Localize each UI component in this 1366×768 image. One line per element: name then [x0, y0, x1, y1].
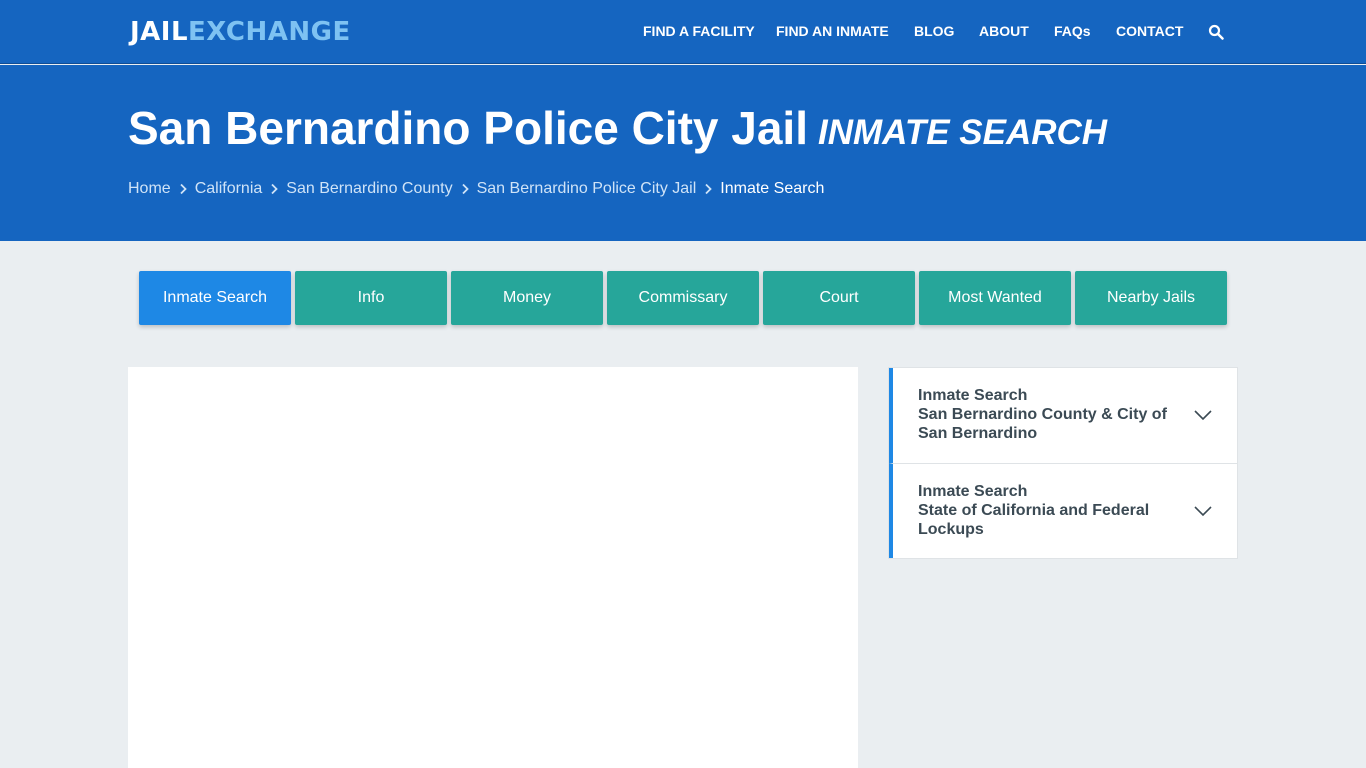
accordion-item-county-search[interactable]: Inmate Search San Bernardino County & Ci… [889, 368, 1237, 464]
tab-court[interactable]: Court [763, 271, 915, 325]
nav-find-inmate[interactable]: FIND AN INMATE [776, 23, 889, 39]
breadcrumb-county[interactable]: San Bernardino County [286, 180, 452, 198]
tab-nearby-jails[interactable]: Nearby Jails [1075, 271, 1227, 325]
accordion-item-title: Inmate Search [918, 483, 1028, 500]
top-navbar: JAILEXCHANGE FIND A FACILITY FIND AN INM… [0, 0, 1366, 64]
nav-about[interactable]: ABOUT [979, 23, 1029, 39]
nav-contact[interactable]: CONTACT [1116, 23, 1183, 39]
logo-exchange-text: EXCHANGE [188, 17, 351, 47]
breadcrumb-state[interactable]: California [195, 180, 263, 198]
search-icon[interactable] [1208, 24, 1224, 40]
logo-jail-text: JAIL [130, 17, 189, 47]
sidebar-accordion: Inmate Search San Bernardino County & Ci… [888, 367, 1238, 559]
nav-blog[interactable]: BLOG [914, 23, 954, 39]
chevron-down-icon[interactable] [1193, 504, 1213, 518]
chevron-right-icon [453, 180, 477, 198]
chevron-right-icon [262, 180, 286, 198]
tab-info[interactable]: Info [295, 271, 447, 325]
chevron-down-icon[interactable] [1193, 408, 1213, 422]
breadcrumb-home[interactable]: Home [128, 180, 171, 198]
accordion-item-subtitle: State of California and Federal Lockups [918, 502, 1150, 538]
chevron-right-icon [171, 180, 195, 198]
accordion-item-subtitle: San Bernardino County & City of San Bern… [918, 406, 1167, 442]
nav-faqs[interactable]: FAQs [1054, 23, 1091, 39]
page-header: San Bernardino Police City Jail INMATE SE… [0, 65, 1366, 241]
breadcrumb-current: Inmate Search [720, 180, 825, 197]
page-title: San Bernardino Police City Jail INMATE SE… [128, 103, 1107, 153]
tab-most-wanted[interactable]: Most Wanted [919, 271, 1071, 325]
facility-name: San Bernardino Police City Jail [128, 102, 808, 154]
accordion-item-state-search[interactable]: Inmate Search State of California and Fe… [889, 464, 1237, 558]
facility-tabs: Inmate Search Info Money Commissary Cour… [139, 271, 1227, 325]
page-subtitle: INMATE SEARCH [817, 113, 1108, 152]
tab-commissary[interactable]: Commissary [607, 271, 759, 325]
tab-inmate-search[interactable]: Inmate Search [139, 271, 291, 325]
main-content [128, 367, 858, 768]
nav-find-facility[interactable]: FIND A FACILITY [643, 23, 755, 39]
site-logo[interactable]: JAILEXCHANGE [130, 17, 351, 47]
breadcrumb-facility[interactable]: San Bernardino Police City Jail [477, 180, 697, 198]
chevron-right-icon [696, 180, 720, 198]
accordion-item-title: Inmate Search [918, 387, 1028, 404]
tab-money[interactable]: Money [451, 271, 603, 325]
breadcrumb: Home California San Bernardino County Sa… [128, 180, 824, 198]
